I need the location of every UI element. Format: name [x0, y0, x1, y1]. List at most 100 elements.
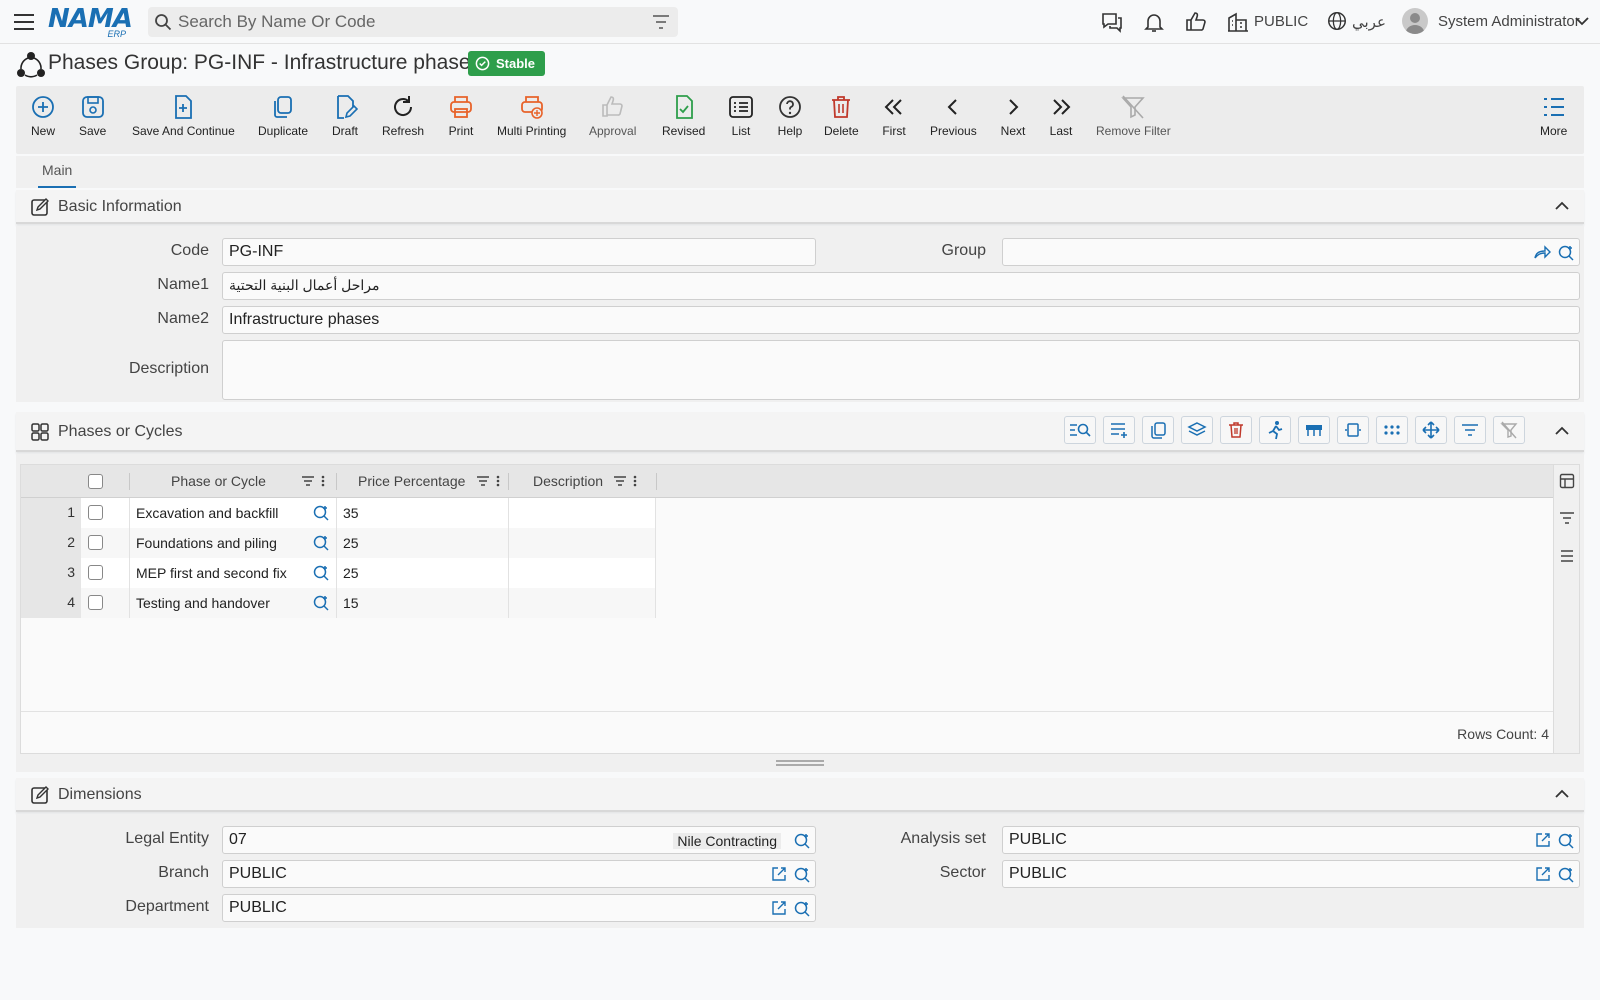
- grid-add-row-button[interactable]: [1103, 416, 1135, 444]
- department-field[interactable]: PUBLIC: [222, 894, 816, 922]
- first-button[interactable]: First: [881, 94, 907, 150]
- remove-filter-button[interactable]: Remove Filter: [1096, 94, 1171, 150]
- app-logo[interactable]: NAMA ERP: [48, 4, 133, 39]
- price-cell[interactable]: 15: [343, 595, 359, 611]
- table-row[interactable]: 4 Testing and handover 15: [21, 588, 656, 618]
- chevron-down-icon[interactable]: [1574, 13, 1598, 37]
- next-button[interactable]: Next: [1000, 94, 1026, 150]
- list-button[interactable]: List: [728, 94, 754, 150]
- phase-cell[interactable]: Foundations and piling: [136, 535, 277, 551]
- chevron-up-icon[interactable]: [1554, 786, 1570, 802]
- globe-icon[interactable]: [1326, 10, 1350, 34]
- select-all-checkbox[interactable]: [88, 474, 103, 489]
- kebab-menu-icon[interactable]: [321, 475, 325, 487]
- phases-header[interactable]: Phases or Cycles: [16, 412, 1584, 452]
- avatar[interactable]: [1402, 8, 1428, 34]
- column-header-price[interactable]: Price Percentage: [358, 465, 488, 498]
- column-header-description[interactable]: Description: [533, 465, 623, 498]
- save-button[interactable]: Save: [79, 94, 106, 150]
- description-textarea[interactable]: [223, 341, 1579, 399]
- row-checkbox[interactable]: [88, 505, 103, 520]
- external-link-icon[interactable]: [771, 866, 787, 882]
- grid-fit-button[interactable]: [1337, 416, 1369, 444]
- table-row[interactable]: 3 MEP first and second fix 25: [21, 558, 656, 588]
- section-resize-handle[interactable]: [776, 760, 824, 766]
- share-arrow-icon[interactable]: [1533, 244, 1551, 260]
- grid-layers-button[interactable]: [1181, 416, 1213, 444]
- branch-label[interactable]: PUBLIC: [1254, 13, 1308, 30]
- more-button[interactable]: More: [1540, 94, 1567, 150]
- price-cell[interactable]: 25: [343, 535, 359, 551]
- delete-button[interactable]: Delete: [824, 94, 859, 150]
- previous-button[interactable]: Previous: [930, 94, 977, 150]
- price-cell[interactable]: 35: [343, 505, 359, 521]
- last-button[interactable]: Last: [1048, 94, 1074, 150]
- table-row[interactable]: 2 Foundations and piling 25: [21, 528, 656, 558]
- grid-remove-filter-button[interactable]: [1493, 416, 1525, 444]
- external-link-icon[interactable]: [771, 900, 787, 916]
- search-input[interactable]: [178, 7, 638, 37]
- legal-entity-field[interactable]: 07 Nile Contracting: [222, 826, 816, 854]
- grid-filter-button[interactable]: [1454, 416, 1486, 444]
- description-field[interactable]: [222, 340, 1580, 400]
- bell-icon[interactable]: [1142, 10, 1166, 34]
- search-add-icon[interactable]: [793, 900, 811, 918]
- basic-information-header[interactable]: Basic Information: [16, 190, 1584, 224]
- multi-printing-button[interactable]: Multi Printing: [497, 94, 566, 150]
- grid-run-button[interactable]: [1259, 416, 1291, 444]
- language-label[interactable]: عربي: [1352, 13, 1386, 31]
- filter-icon[interactable]: [476, 475, 490, 487]
- chevron-up-icon[interactable]: [1554, 423, 1570, 439]
- chevron-up-icon[interactable]: [1554, 198, 1570, 214]
- external-link-icon[interactable]: [1535, 866, 1551, 882]
- menu-lines-icon[interactable]: [1559, 549, 1575, 563]
- building-icon[interactable]: [1226, 10, 1250, 34]
- grid-dots-button[interactable]: [1376, 416, 1408, 444]
- grid-delete-button[interactable]: [1220, 416, 1252, 444]
- code-field[interactable]: PG-INF: [222, 238, 816, 266]
- analysis-set-field[interactable]: PUBLIC: [1002, 826, 1580, 854]
- chat-icon[interactable]: [1100, 10, 1124, 34]
- refresh-button[interactable]: Refresh: [382, 94, 424, 150]
- grid-copy-button[interactable]: [1142, 416, 1174, 444]
- group-field[interactable]: [1002, 238, 1580, 266]
- external-link-icon[interactable]: [1535, 832, 1551, 848]
- search-add-icon[interactable]: [312, 504, 330, 522]
- name2-field[interactable]: Infrastructure phases: [222, 306, 1580, 334]
- phase-cell[interactable]: Testing and handover: [136, 595, 270, 611]
- sector-field[interactable]: PUBLIC: [1002, 860, 1580, 888]
- print-button[interactable]: Print: [448, 94, 474, 150]
- draft-button[interactable]: Draft: [332, 94, 358, 150]
- name1-field[interactable]: مراحل أعمال البنية التحتية: [222, 272, 1580, 300]
- search-add-icon[interactable]: [1557, 866, 1575, 884]
- revised-button[interactable]: Revised: [662, 94, 705, 150]
- phase-cell[interactable]: MEP first and second fix: [136, 565, 287, 581]
- duplicate-button[interactable]: Duplicate: [258, 94, 308, 150]
- branch-field[interactable]: PUBLIC: [222, 860, 816, 888]
- search-add-icon[interactable]: [1557, 832, 1575, 850]
- phase-cell[interactable]: Excavation and backfill: [136, 505, 278, 521]
- approval-button[interactable]: Approval: [589, 94, 636, 150]
- row-checkbox[interactable]: [88, 595, 103, 610]
- filter-icon[interactable]: [301, 475, 315, 487]
- table-row[interactable]: 1 Excavation and backfill 35: [21, 498, 656, 528]
- filter-icon[interactable]: [652, 14, 670, 30]
- kebab-menu-icon[interactable]: [496, 475, 500, 487]
- tab-main[interactable]: Main: [38, 162, 77, 188]
- grid-columns-button[interactable]: [1298, 416, 1330, 444]
- filter-icon[interactable]: [613, 475, 627, 487]
- table-settings-icon[interactable]: [1559, 473, 1575, 489]
- kebab-menu-icon[interactable]: [633, 475, 637, 487]
- grid-search-button[interactable]: [1064, 416, 1096, 444]
- menu-icon[interactable]: [12, 10, 36, 34]
- row-checkbox[interactable]: [88, 565, 103, 580]
- search-add-icon[interactable]: [312, 594, 330, 612]
- filter-icon[interactable]: [1559, 511, 1575, 525]
- row-checkbox[interactable]: [88, 535, 103, 550]
- search-add-icon[interactable]: [1557, 244, 1575, 262]
- help-button[interactable]: Help: [777, 94, 803, 150]
- search-add-icon[interactable]: [312, 534, 330, 552]
- thumbs-up-icon[interactable]: [1184, 10, 1208, 34]
- new-button[interactable]: New: [30, 94, 56, 150]
- user-name[interactable]: System Administrator: [1438, 13, 1580, 30]
